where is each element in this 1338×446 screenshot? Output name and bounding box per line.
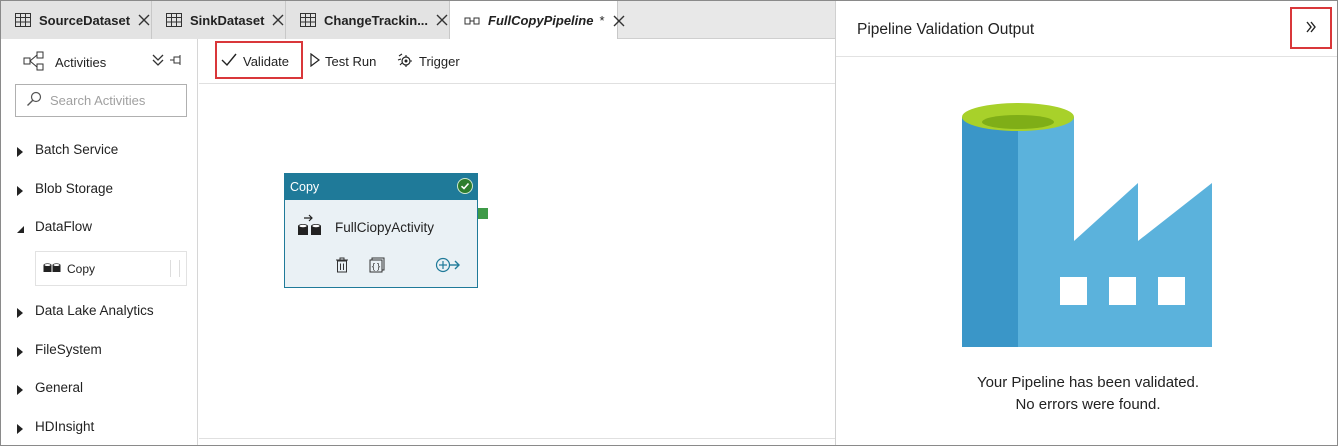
activity-name: FullCiopyActivity: [335, 220, 435, 235]
copy-activity-icon: [43, 260, 61, 277]
tab-change-tracking[interactable]: ChangeTrackin...: [286, 1, 450, 39]
play-icon: [310, 52, 320, 70]
activity-node-body: FullCiopyActivity {}: [285, 200, 477, 287]
svg-text:{}: {}: [371, 262, 381, 271]
category-label: Blob Storage: [35, 181, 114, 196]
category-label: Batch Service: [35, 142, 119, 157]
trigger-label: Trigger: [419, 54, 460, 69]
activity-copy-item[interactable]: Copy: [35, 251, 187, 286]
copy-activity-node[interactable]: Copy FullCiopyActivity {}: [284, 173, 478, 288]
activity-type-label: Copy: [290, 180, 320, 194]
checkmark-icon: [221, 53, 237, 70]
add-output-icon[interactable]: [435, 257, 461, 276]
category-general[interactable]: General: [15, 380, 83, 395]
activity-node-header: Copy: [285, 174, 477, 200]
activities-header: Activities: [23, 51, 106, 74]
collapse-panel-button[interactable]: [1290, 7, 1332, 49]
category-label: FileSystem: [35, 342, 102, 357]
collapse-all-icon[interactable]: [151, 53, 165, 70]
activities-icon: [23, 51, 45, 74]
validated-check-icon: [457, 178, 473, 194]
close-icon[interactable]: [137, 13, 151, 27]
tab-label: SinkDataset: [190, 12, 265, 28]
tab-label: SourceDataset: [39, 12, 131, 28]
validate-label: Validate: [243, 54, 290, 69]
double-chevron-right-icon: [1305, 21, 1317, 36]
factory-illustration-icon: [960, 101, 1214, 350]
table-icon: [15, 13, 31, 27]
category-data-lake-analytics[interactable]: Data Lake Analytics: [15, 303, 154, 318]
collapse-arrow-icon: [15, 222, 25, 233]
unsaved-marker: *: [599, 13, 605, 28]
validate-button[interactable]: Validate: [221, 39, 289, 84]
activities-tools: [151, 53, 183, 70]
trigger-icon: [397, 52, 414, 71]
category-blob-storage[interactable]: Blob Storage: [15, 181, 113, 196]
success-output-port[interactable]: [478, 208, 488, 219]
validation-message-line1: Your Pipeline has been validated.: [976, 374, 1200, 391]
expand-arrow-icon: [15, 422, 25, 434]
category-hdinsight[interactable]: HDInsight: [15, 419, 94, 434]
table-icon: [300, 13, 316, 27]
close-icon[interactable]: [435, 13, 449, 27]
close-icon[interactable]: [271, 13, 285, 27]
activities-panel: Activities Batch Service Blob Storage: [1, 39, 198, 445]
pin-icon[interactable]: [169, 53, 183, 70]
app-window: SourceDataset SinkDataset ChangeTrackin.…: [0, 0, 1338, 446]
category-filesystem[interactable]: FileSystem: [15, 342, 102, 357]
panel-title: Pipeline Validation Output: [857, 21, 1035, 38]
test-run-button[interactable]: Test Run: [310, 39, 376, 84]
tab-label: FullCopyPipeline: [488, 13, 594, 28]
drag-handle[interactable]: [170, 260, 180, 277]
code-icon[interactable]: {}: [369, 257, 385, 276]
category-label: DataFlow: [35, 219, 93, 234]
tab-label: ChangeTrackin...: [324, 12, 429, 28]
search-input[interactable]: [50, 93, 180, 108]
category-label: General: [35, 380, 84, 395]
expand-arrow-icon: [15, 184, 25, 196]
pipeline-toolbar: Validate Test Run Trigger: [199, 39, 835, 84]
trigger-button[interactable]: Trigger: [397, 39, 460, 84]
panel-divider: [836, 56, 1337, 57]
tab-sink-dataset[interactable]: SinkDataset: [152, 1, 286, 39]
close-icon[interactable]: [612, 14, 626, 28]
category-label: HDInsight: [35, 419, 95, 434]
tab-source-dataset[interactable]: SourceDataset: [1, 1, 152, 39]
pipeline-icon: [464, 14, 480, 28]
validation-message-line2: No errors were found.: [1015, 396, 1161, 413]
search-activities[interactable]: [15, 84, 187, 117]
category-dataflow[interactable]: DataFlow: [15, 219, 92, 234]
search-icon: [26, 91, 42, 110]
delete-icon[interactable]: [335, 257, 349, 276]
expand-arrow-icon: [15, 345, 25, 357]
validation-output-panel: Pipeline Validation Output Your Pipeline…: [835, 1, 1337, 445]
expand-arrow-icon: [15, 383, 25, 395]
pipeline-canvas[interactable]: Copy FullCiopyActivity {}: [199, 84, 835, 439]
expand-arrow-icon: [15, 306, 25, 318]
activity-copy-label: Copy: [67, 261, 96, 276]
expand-arrow-icon: [15, 145, 25, 157]
category-label: Data Lake Analytics: [35, 303, 154, 318]
tab-bar: SourceDataset SinkDataset ChangeTrackin.…: [1, 1, 835, 40]
tab-full-copy-pipeline[interactable]: FullCopyPipeline *: [450, 1, 625, 40]
activities-title: Activities: [55, 55, 107, 70]
copy-activity-icon: [297, 214, 323, 241]
category-batch-service[interactable]: Batch Service: [15, 142, 118, 157]
test-run-label: Test Run: [325, 54, 377, 69]
validation-message: Your Pipeline has been validated. No err…: [836, 372, 1337, 416]
table-icon: [166, 13, 182, 27]
